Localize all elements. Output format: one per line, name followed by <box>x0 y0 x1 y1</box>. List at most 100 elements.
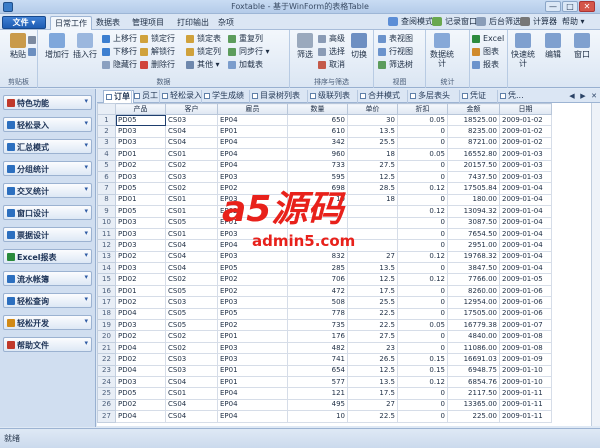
lock-column-button[interactable]: 锁定列 <box>186 47 221 57</box>
table-cell[interactable]: PD02 <box>115 159 166 172</box>
filter-button[interactable]: 筛选 <box>292 33 318 59</box>
report-button[interactable]: 报表 <box>472 60 499 70</box>
table-cell[interactable]: PD05 <box>115 113 166 127</box>
excel-button[interactable]: Excel <box>472 34 504 44</box>
table-cell[interactable]: 0.12 <box>397 182 448 195</box>
row-number[interactable]: 20 <box>97 330 116 343</box>
table-cell[interactable]: 2009-01-05 <box>499 273 552 286</box>
table-cell[interactable]: 2009-01-04 <box>499 205 552 218</box>
table-cell[interactable]: 25.5 <box>347 136 398 150</box>
row-number[interactable]: 11 <box>97 227 116 241</box>
table-cell[interactable]: 16779.38 <box>447 319 500 332</box>
table-cell[interactable]: CS04 <box>165 262 218 275</box>
table-cell[interactable]: 17.5 <box>347 284 398 298</box>
table-row[interactable]: 27 PD04 CS04 EP04 10 22.5 0 225.00 2009-01-11 <box>97 410 552 423</box>
table-cell[interactable]: 7766.00 <box>447 273 500 286</box>
edit-button[interactable]: 编辑 <box>540 33 566 59</box>
table-cell[interactable]: 2009-01-08 <box>499 330 552 343</box>
table-cell[interactable]: 482 <box>287 341 348 355</box>
table-cell[interactable]: 0 <box>397 170 448 184</box>
table-cell[interactable]: CS04 <box>165 125 218 138</box>
table-row[interactable]: 3 PD03 CS04 EP04 342 25.5 0 8721.00 2009-01-02 <box>97 136 552 150</box>
table-row[interactable]: 6 PD03 CS03 EP03 595 12.5 0 7437.50 2009-01-03 <box>97 170 552 184</box>
table-cell[interactable]: EP03 <box>217 296 288 309</box>
table-cell[interactable]: 0.12 <box>397 375 448 389</box>
table-cell[interactable]: PD02 <box>115 398 166 412</box>
table-cell[interactable]: 2009-01-04 <box>499 239 552 252</box>
table-cell[interactable]: PD03 <box>115 319 166 332</box>
table-row[interactable]: 23 PD04 CS03 EP01 654 12.5 0.15 6948.75 2009-01-… <box>97 364 552 378</box>
background-filter-button[interactable]: 后台筛选 <box>476 16 521 28</box>
tab-employees[interactable]: 员工 <box>131 90 161 103</box>
column-header[interactable]: 客户 <box>165 103 218 115</box>
table-cell[interactable]: 17.5 <box>347 387 398 400</box>
table-cell[interactable]: CS01 <box>165 148 218 161</box>
table-row[interactable]: 5 PD02 CS02 EP04 733 27.5 0 20157.50 2009-01-03 <box>97 159 552 172</box>
table-cell[interactable]: 22.5 <box>347 307 398 321</box>
insert-row-button[interactable]: 插入行 <box>72 33 98 59</box>
tab-easy-entry[interactable]: 轻松录入 <box>159 90 205 103</box>
corner-cell[interactable] <box>97 103 116 115</box>
table-cell[interactable]: 706 <box>287 273 348 286</box>
row-number[interactable]: 7 <box>97 182 116 195</box>
sidebar-item-help[interactable]: 帮助文件 ▾ <box>3 337 92 352</box>
table-cell[interactable]: 0 <box>397 387 448 400</box>
table-cell[interactable]: 13365.00 <box>447 398 500 412</box>
hide-row-button[interactable]: 隐藏行 <box>102 60 137 70</box>
tab-cascade-list[interactable]: 级联列表 <box>307 90 353 103</box>
table-cell[interactable]: 7654.50 <box>447 227 500 241</box>
table-cell[interactable]: PD03 <box>115 227 166 241</box>
table-cell[interactable]: EP01 <box>217 364 288 378</box>
sidebar-item-cross-stats[interactable]: 交叉统计 ▾ <box>3 183 92 198</box>
sidebar-item-summary[interactable]: 汇总模式 ▾ <box>3 139 92 154</box>
table-cell[interactable]: 20157.50 <box>447 159 500 172</box>
table-cell[interactable]: CS04 <box>165 375 218 389</box>
table-row[interactable]: 24 PD03 CS04 EP01 577 13.5 0.12 6854.76 2009-01-… <box>97 375 552 389</box>
window-button[interactable]: 窗口 <box>568 33 596 59</box>
table-cell[interactable]: EP04 <box>217 148 288 161</box>
table-row[interactable]: 18 PD04 CS05 EP05 778 22.5 0 17505.00 2009-01-06 <box>97 307 552 321</box>
table-cell[interactable]: PD04 <box>115 410 166 423</box>
table-cell[interactable]: CS01 <box>165 193 218 207</box>
column-header[interactable]: 金额 <box>447 103 500 115</box>
table-cell[interactable]: 2009-01-06 <box>499 296 552 309</box>
table-cell[interactable]: 12954.00 <box>447 296 500 309</box>
table-cell[interactable]: 17505.00 <box>447 307 500 321</box>
row-number[interactable]: 19 <box>97 319 116 332</box>
table-cell[interactable]: 2009-01-04 <box>499 250 552 264</box>
sidebar-item-easy-entry[interactable]: 轻松录入 ▾ <box>3 117 92 132</box>
row-number[interactable]: 25 <box>97 387 116 400</box>
table-cell[interactable]: EP04 <box>217 410 288 423</box>
table-row[interactable]: 25 PD05 CS01 EP04 121 17.5 0 2117.50 2009-01-11 <box>97 387 552 400</box>
table-cell[interactable]: 0 <box>397 159 448 172</box>
table-cell[interactable]: 12.5 <box>347 273 398 286</box>
menu-tab-daily[interactable]: 日常工作 <box>50 16 92 30</box>
sidebar-item-query[interactable]: 轻松查询 ▾ <box>3 293 92 308</box>
table-cell[interactable]: CS03 <box>165 353 218 366</box>
table-cell[interactable]: 3087.50 <box>447 216 500 229</box>
table-row[interactable]: 19 PD03 CS05 EP02 735 22.5 0.05 16779.38 2009-01… <box>97 319 552 332</box>
tab-voucher-2[interactable]: 凭... <box>497 90 527 103</box>
table-row[interactable]: 26 PD02 CS04 EP04 495 27 0 13365.00 2009-01-11 <box>97 398 552 412</box>
table-cell[interactable]: 10 <box>287 410 348 423</box>
table-cell[interactable]: EP05 <box>217 307 288 321</box>
table-cell[interactable]: 13.5 <box>347 125 398 138</box>
sidebar-item-excel-report[interactable]: Excel报表 ▾ <box>3 249 92 264</box>
table-cell[interactable]: 0.12 <box>397 273 448 286</box>
table-cell[interactable]: CS03 <box>165 170 218 184</box>
table-cell[interactable]: 735 <box>287 319 348 332</box>
record-window-button[interactable]: 记录窗口 <box>432 16 477 28</box>
tab-voucher[interactable]: 凭证 <box>459 90 489 103</box>
table-cell[interactable]: 25.5 <box>347 296 398 309</box>
unlock-row-button[interactable]: 解锁行 <box>140 47 175 57</box>
row-number[interactable]: 22 <box>97 353 116 366</box>
table-row[interactable]: 1 PD05 CS03 EP04 650 30 0.05 18525.00 2009-01-02 <box>97 113 552 127</box>
table-cell[interactable]: CS01 <box>165 205 218 218</box>
table-cell[interactable]: 8235.00 <box>447 125 500 138</box>
vertical-scrollbar[interactable] <box>591 103 600 426</box>
row-view-button[interactable]: 行视图 <box>378 47 413 57</box>
table-cell[interactable]: PD03 <box>115 125 166 138</box>
row-number[interactable]: 21 <box>97 341 116 355</box>
table-cell[interactable]: CS01 <box>165 227 218 241</box>
table-cell[interactable]: 0 <box>397 193 448 207</box>
